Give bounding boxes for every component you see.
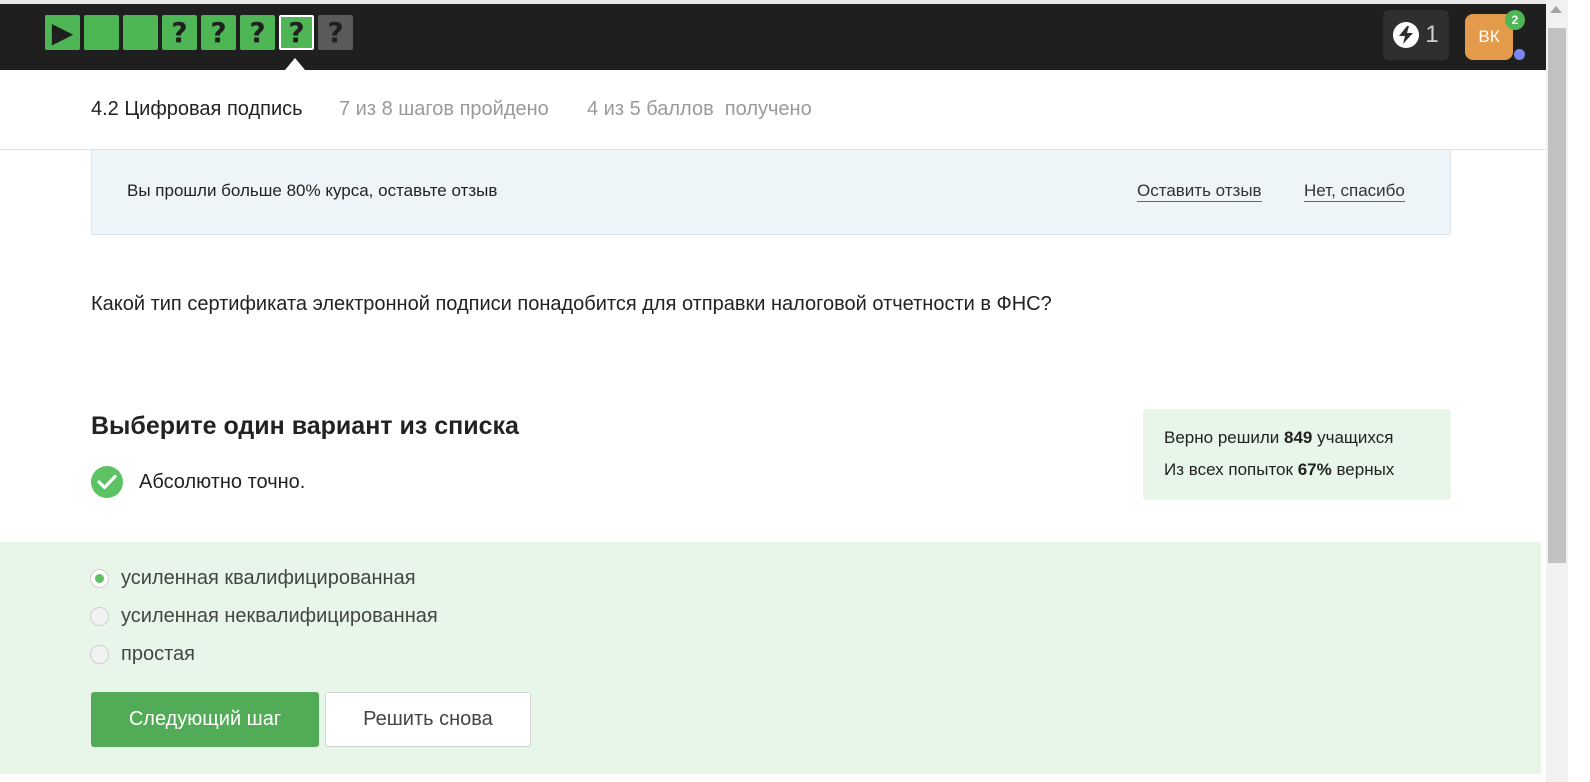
lesson-progress: 7 из 8 шагов пройдено (339, 98, 549, 120)
solution-stats: Верно решили 849 учащихся Из всех попыто… (1143, 409, 1451, 500)
radio-dot (95, 574, 104, 583)
step-4-quiz[interactable]: ? (162, 15, 197, 50)
scroll-up-arrow-icon[interactable] (1550, 6, 1562, 13)
solved-count-line: Верно решили 849 учащихся (1164, 428, 1393, 448)
decline-review-link[interactable]: Нет, спасибо (1304, 181, 1405, 202)
checkmark-icon (91, 466, 123, 498)
solve-again-button[interactable]: Решить снова (325, 692, 531, 747)
step-6-quiz[interactable]: ? (240, 15, 275, 50)
lesson-header: 4.2 Цифровая подпись 7 из 8 шагов пройде… (0, 70, 1546, 150)
leave-review-link[interactable]: Оставить отзыв (1137, 181, 1262, 202)
window-gutter (1568, 0, 1590, 782)
option-label: усиленная неквалифицированная (121, 605, 438, 627)
lightning-icon (1393, 22, 1420, 48)
next-step-button[interactable]: Следующий шаг (91, 692, 319, 747)
question-mark-icon: ? (288, 15, 305, 49)
radio-button-selected[interactable] (90, 569, 109, 588)
scrollbar-thumb[interactable] (1548, 28, 1566, 563)
question-text: Какой тип сертификата электронной подпис… (91, 293, 1052, 315)
option-label: усиленная квалифицированная (121, 567, 416, 589)
quiz-instruction-title: Выберите один вариант из списка (91, 412, 519, 440)
current-step-pointer (285, 58, 305, 70)
radio-button[interactable] (90, 645, 109, 664)
result-feedback: Абсолютно точно. (91, 466, 305, 498)
avatar-initials: ВК (1478, 27, 1500, 46)
review-banner: Вы прошли больше 80% курса, оставьте отз… (91, 150, 1451, 235)
energy-button[interactable]: 1 (1383, 10, 1449, 60)
step-2-text[interactable] (84, 15, 119, 50)
step-3-text[interactable] (123, 15, 158, 50)
lesson-score: 4 из 5 баллов получено (587, 98, 812, 120)
review-banner-text: Вы прошли больше 80% курса, оставьте отз… (127, 181, 498, 200)
question-mark-icon: ? (171, 15, 188, 49)
attempts-line: Из всех попыток 67% верных (1164, 460, 1394, 480)
attempts-suffix: верных (1331, 460, 1395, 479)
step-8-quiz[interactable]: ? (318, 15, 353, 50)
question-mark-icon: ? (249, 15, 266, 49)
step-1-video[interactable]: ▶ (45, 15, 80, 50)
option-non-qualified[interactable]: усиленная неквалифицированная (90, 605, 438, 628)
solved-count: 849 (1284, 428, 1313, 447)
solved-suffix: учащихся (1312, 428, 1394, 447)
attempts-percent: 67% (1297, 460, 1332, 479)
result-text: Абсолютно точно. (139, 470, 306, 493)
option-label: простая (121, 643, 195, 665)
question-mark-icon: ? (327, 15, 344, 49)
option-simple[interactable]: простая (90, 643, 195, 666)
radio-button[interactable] (90, 607, 109, 626)
attempts-prefix: Из всех попыток (1164, 460, 1298, 479)
play-icon: ▶ (51, 15, 74, 49)
option-qualified[interactable]: усиленная квалифицированная (90, 567, 416, 590)
notification-badge[interactable]: 2 (1505, 10, 1525, 30)
step-5-quiz[interactable]: ? (201, 15, 236, 50)
question-mark-icon: ? (210, 15, 227, 49)
energy-count: 1 (1425, 21, 1439, 48)
step-7-quiz-current[interactable]: ? (279, 15, 314, 50)
online-status-dot (1514, 49, 1525, 60)
lesson-title[interactable]: 4.2 Цифровая подпись (91, 98, 303, 121)
solved-prefix: Верно решили (1164, 428, 1284, 447)
lesson-steps-bar: ▶ ? ? ? ? ? (45, 15, 353, 50)
